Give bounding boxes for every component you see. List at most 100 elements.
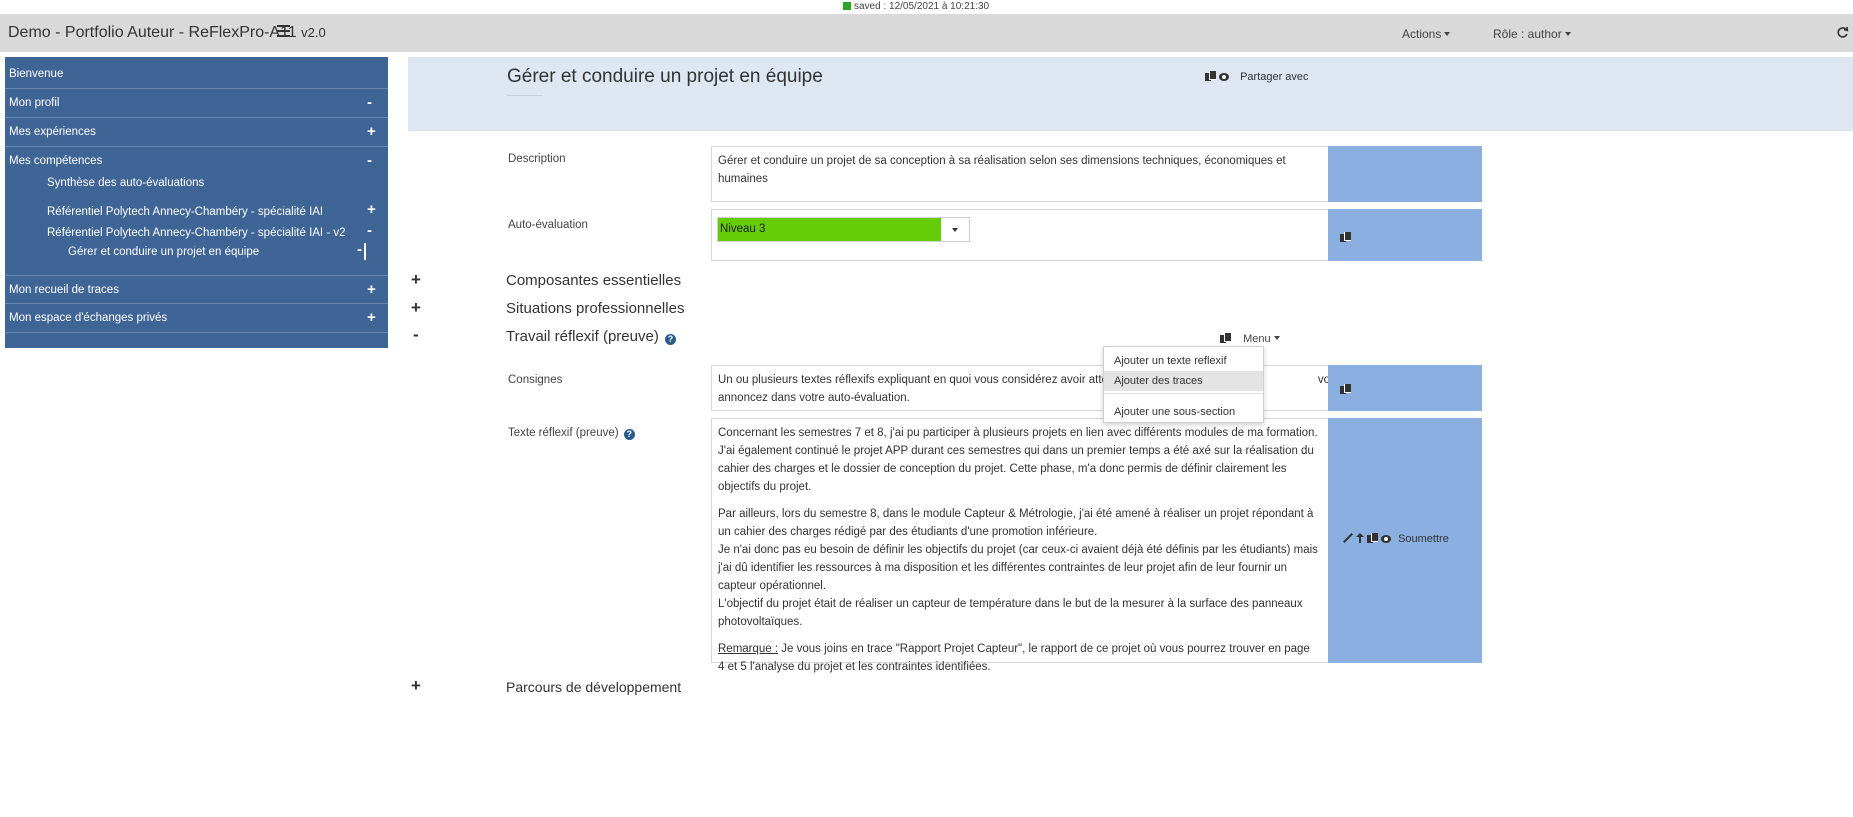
section-title-situations[interactable]: Situations professionnelles xyxy=(506,300,684,317)
app-title-text: Demo - Portfolio Auteur - ReFlexPro-A11 xyxy=(8,24,302,41)
texte-reflexif-label-text: Texte réflexif (preuve) xyxy=(508,427,619,439)
copy-icon[interactable] xyxy=(1205,71,1216,81)
expand-icon[interactable]: + xyxy=(411,270,421,290)
sidebar-item-recueil[interactable]: Mon recueil de traces + xyxy=(5,275,388,304)
page-banner: Gérer et conduire un projet en équipe Pa… xyxy=(408,57,1853,131)
menu-divider xyxy=(1104,393,1263,394)
collapse-icon[interactable]: - xyxy=(367,222,372,239)
help-icon[interactable]: ? xyxy=(665,334,676,345)
actions-label: Actions xyxy=(1402,27,1442,41)
texte-reflexif-box[interactable]: Concernant les semestres 7 et 8, j'ai pu… xyxy=(711,418,1331,673)
sidebar-item-bienvenue[interactable]: Bienvenue xyxy=(5,60,388,89)
level-select[interactable]: Niveau 3 xyxy=(717,217,970,242)
menu-item-add-subsection[interactable]: Ajouter une sous-section xyxy=(1104,402,1263,422)
texte-reflexif-actions: Soumettre xyxy=(1343,533,1449,545)
pencil-icon[interactable] xyxy=(1343,533,1353,543)
share-label: Partager avec xyxy=(1240,71,1309,83)
sidebar-item-echanges[interactable]: Mon espace d'échanges privés + xyxy=(5,304,388,333)
chevron-down-icon xyxy=(1564,32,1571,36)
menu-item-add-traces[interactable]: Ajouter des traces xyxy=(1104,371,1263,391)
expand-icon[interactable]: + xyxy=(367,201,376,218)
section-title-composantes[interactable]: Composantes essentielles xyxy=(506,272,681,289)
level-value: Niveau 3 xyxy=(718,218,941,241)
app-version: v2.0 xyxy=(301,25,326,40)
refresh-icon[interactable] xyxy=(1836,26,1849,39)
collapse-icon[interactable]: - xyxy=(367,94,372,111)
texte-reflexif-label: Texte réflexif (preuve) ? xyxy=(508,427,635,440)
copy-icon[interactable] xyxy=(1220,333,1231,343)
expand-icon[interactable]: + xyxy=(367,281,376,298)
description-label: Description xyxy=(508,153,566,165)
help-icon[interactable]: ? xyxy=(623,429,635,440)
texte-reflexif-content: Concernant les semestres 7 et 8, j'ai pu… xyxy=(718,424,1318,676)
remark-text: Je vous joins en trace "Rapport Projet C… xyxy=(718,643,1310,673)
chevron-down-icon xyxy=(952,228,958,232)
texte-reflexif-remark: Remarque : Je vous joins en trace "Rappo… xyxy=(718,640,1318,676)
consignes-label: Consignes xyxy=(508,374,563,386)
remark-label: Remarque : xyxy=(718,643,779,655)
share-button[interactable]: Partager avec xyxy=(1205,71,1309,83)
sidebar-item-label: Mon espace d'échanges privés xyxy=(9,312,168,324)
page-title: Gérer et conduire un projet en équipe xyxy=(507,66,823,87)
active-item-marker xyxy=(364,243,366,260)
title-divider xyxy=(507,95,543,96)
texte-reflexif-paragraph: Concernant les semestres 7 et 8, j'ai pu… xyxy=(718,427,1318,493)
saved-text: saved : 12/05/2021 à 10:21:30 xyxy=(854,1,990,12)
description-box: Gérer et conduire un projet de sa concep… xyxy=(711,146,1331,202)
sidebar-item-label: Mon profil xyxy=(9,97,60,109)
actions-dropdown[interactable]: Actions xyxy=(1402,27,1451,41)
description-text: Gérer et conduire un projet de sa concep… xyxy=(718,155,1286,185)
saved-status: saved : 12/05/2021 à 10:21:30 xyxy=(843,1,989,12)
arrow-up-icon[interactable] xyxy=(1356,533,1364,543)
chevron-down-icon xyxy=(1444,32,1451,36)
role-dropdown[interactable]: Rôle : author xyxy=(1493,27,1571,41)
auto-evaluation-side-panel xyxy=(1328,209,1482,261)
section-title-parcours[interactable]: Parcours de développement xyxy=(506,679,681,695)
auto-evaluation-label: Auto-évaluation xyxy=(508,219,588,231)
app-header: Demo - Portfolio Auteur - ReFlexPro-A11 … xyxy=(0,14,1853,52)
expand-icon[interactable]: + xyxy=(367,123,376,140)
level-text: Niveau 3 xyxy=(720,223,766,235)
expand-icon[interactable]: + xyxy=(411,676,421,696)
expand-icon[interactable]: + xyxy=(411,298,421,318)
texte-reflexif-paragraph: Je n'ai donc pas eu besoin de définir le… xyxy=(718,544,1318,592)
eye-icon[interactable] xyxy=(1219,73,1229,81)
menu-item-add-reflexive-text[interactable]: Ajouter un texte reflexif xyxy=(1104,351,1263,371)
collapse-icon[interactable]: - xyxy=(413,325,419,345)
chevron-down-icon xyxy=(1273,336,1280,340)
consignes-text-line2: annoncez dans votre auto-évaluation. xyxy=(718,392,910,404)
expand-icon[interactable]: + xyxy=(367,309,376,326)
sidebar-item-label: Mon recueil de traces xyxy=(9,284,119,296)
menu-icon[interactable] xyxy=(277,25,290,37)
consignes-text-part1: Un ou plusieurs textes réflexifs expliqu… xyxy=(718,374,1126,386)
sidebar-subitem-referentiel[interactable]: Référentiel Polytech Annecy-Chambéry - s… xyxy=(47,206,323,218)
copy-icon[interactable] xyxy=(1340,232,1351,242)
sidebar-item-profil[interactable]: Mon profil - xyxy=(5,89,388,118)
sidebar-subitem-gerer-projet[interactable]: Gérer et conduire un projet en équipe xyxy=(68,246,259,258)
sidebar-item-label: Mes expériences xyxy=(9,126,96,138)
sidebar-item-experiences[interactable]: Mes expériences + xyxy=(5,118,388,147)
collapse-icon[interactable]: - xyxy=(367,152,372,169)
sidebar-subitem-synthese[interactable]: Synthèse des auto-évaluations xyxy=(47,177,204,189)
description-side-panel xyxy=(1328,146,1482,202)
sidebar: Bienvenue Mon profil - Mes expériences +… xyxy=(5,57,388,348)
consignes-side-panel xyxy=(1328,365,1482,411)
copy-icon[interactable] xyxy=(1367,533,1378,543)
copy-icon[interactable] xyxy=(1340,384,1351,394)
menu-label: Menu xyxy=(1243,333,1271,345)
status-bar: saved : 12/05/2021 à 10:21:30 xyxy=(0,0,1853,14)
role-label: Rôle : author xyxy=(1493,27,1562,41)
sidebar-item-label: Mes compétences xyxy=(9,155,103,167)
submit-button[interactable]: Soumettre xyxy=(1398,533,1449,545)
texte-reflexif-side-panel: Soumettre xyxy=(1328,418,1482,663)
section-title-travail-text: Travail réflexif (preuve) xyxy=(506,328,659,345)
menu-dropdown-list: Ajouter un texte reflexif Ajouter des tr… xyxy=(1103,346,1264,423)
menu-dropdown[interactable]: Menu xyxy=(1220,333,1280,345)
section-title-travail[interactable]: Travail réflexif (preuve) ? xyxy=(506,328,676,345)
eye-icon[interactable] xyxy=(1381,535,1391,543)
sidebar-item-label: Bienvenue xyxy=(9,68,64,80)
collapse-icon[interactable]: - xyxy=(357,241,362,258)
sidebar-subitem-referentiel-v2[interactable]: Référentiel Polytech Annecy-Chambéry - s… xyxy=(47,227,346,239)
texte-reflexif-paragraph: Par ailleurs, lors du semestre 8, dans l… xyxy=(718,508,1314,538)
texte-reflexif-paragraph: L'objectif du projet était de réaliser u… xyxy=(718,598,1303,628)
